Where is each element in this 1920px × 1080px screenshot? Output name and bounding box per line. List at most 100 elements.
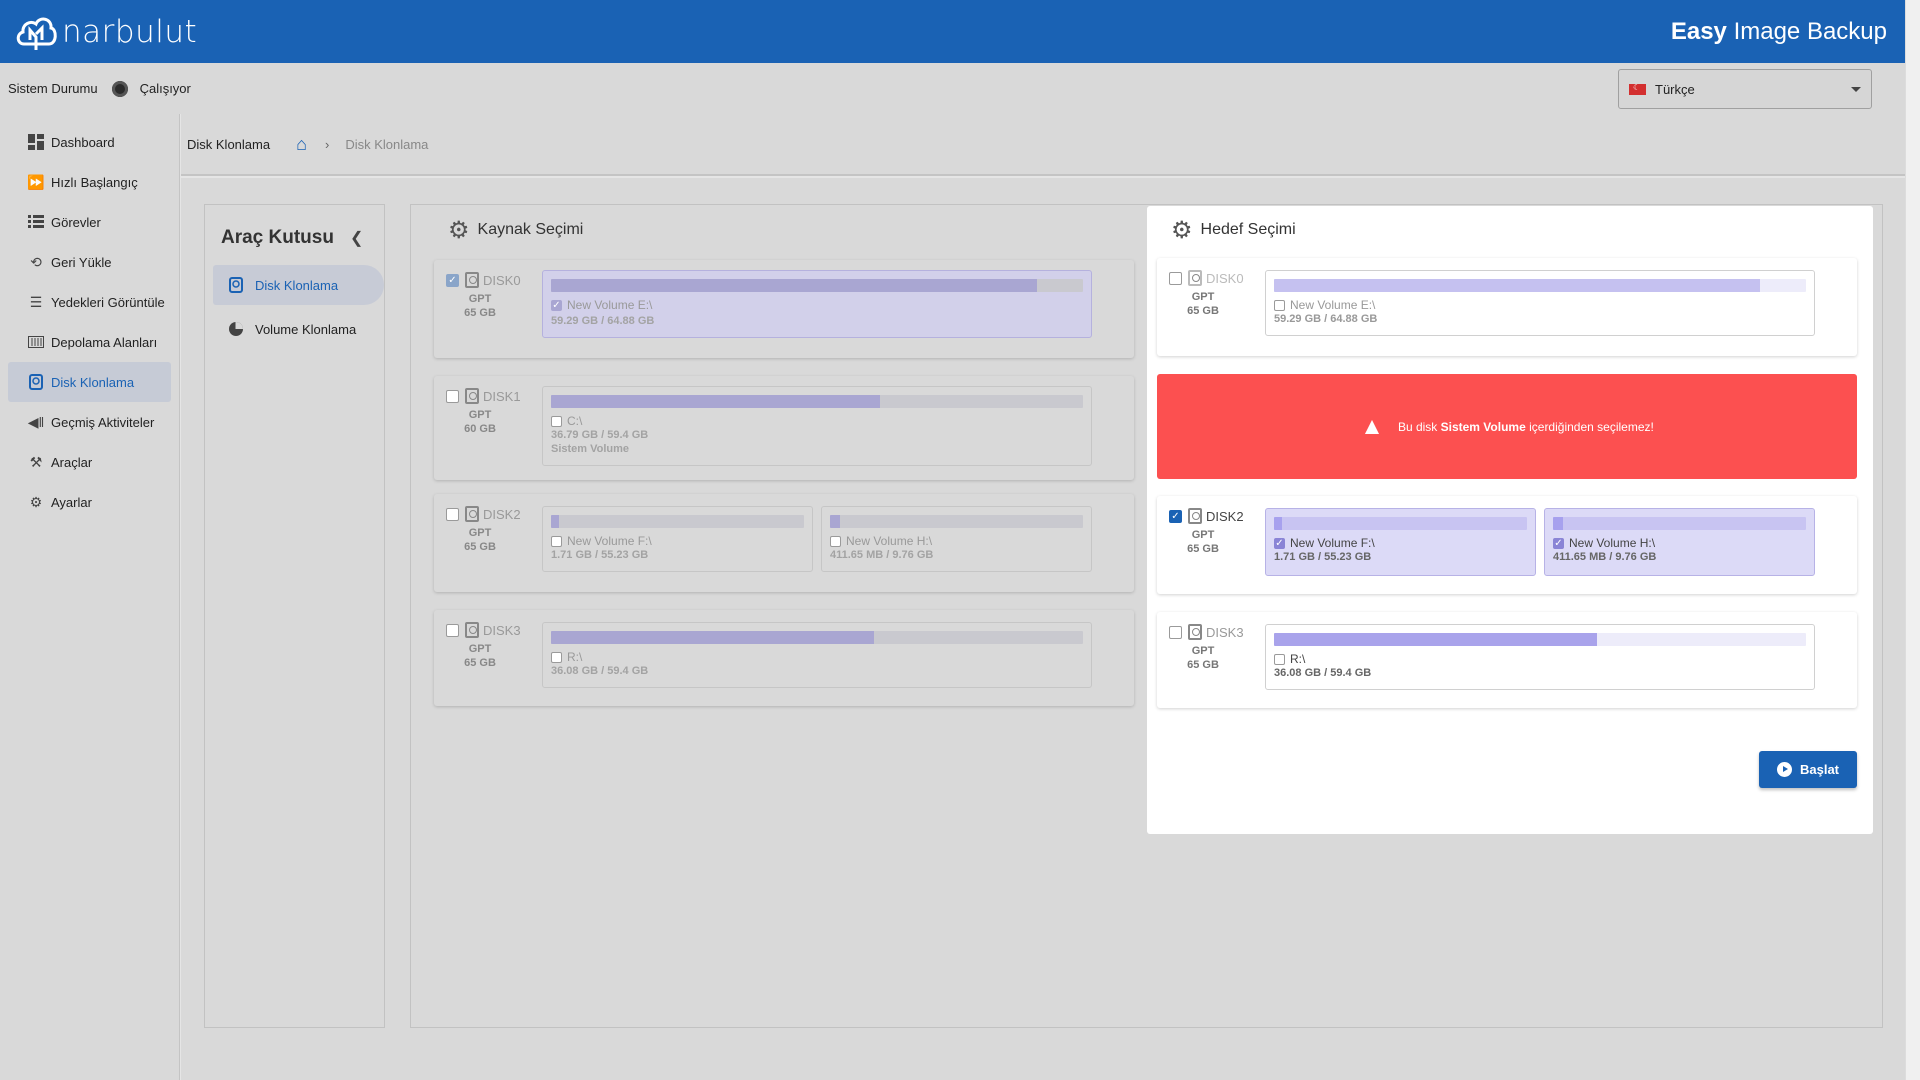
volume-name: New Volume H:\ xyxy=(1569,536,1656,550)
volume-block[interactable]: ✓ New Volume F:\ 1.71 GB / 55.23 GB xyxy=(1265,508,1536,576)
volume-usage-bar xyxy=(551,395,1083,408)
volume-checkbox[interactable]: ✓ xyxy=(551,299,562,311)
breadcrumb-current: Disk Klonlama xyxy=(345,136,429,152)
turkey-flag-icon xyxy=(1629,83,1646,95)
volume-block[interactable]: C:\ 36.79 GB / 59.4 GB Sistem Volume xyxy=(542,386,1092,466)
cloud-logo-icon xyxy=(16,17,57,50)
volume-block[interactable]: R:\ 36.08 GB / 59.4 GB xyxy=(1265,624,1815,690)
sidebar-item-disk-cloning[interactable]: Disk Klonlama xyxy=(8,362,171,402)
hard-disk-icon xyxy=(465,506,479,522)
gear-icon: ⚙ xyxy=(448,216,470,244)
volume-checkbox[interactable] xyxy=(1274,299,1285,311)
system-status-label: Sistem Durumu xyxy=(8,81,98,96)
narbulut-logo[interactable]: narbulut xyxy=(14,10,197,54)
volume-usage: 1.71 GB / 55.23 GB xyxy=(1274,551,1372,563)
sidebar-item-restore[interactable]: ⟲ Geri Yükle xyxy=(8,242,171,282)
sidebar-item-settings[interactable]: ⚙ Ayarlar xyxy=(8,482,171,522)
hard-disk-icon xyxy=(465,272,479,288)
target-disk-card[interactable]: ✓ DISK2 GPT 65 GB ✓ New Volume F:\ 1.71 GB… xyxy=(1157,496,1857,594)
target-disk-card[interactable]: DISK0 GPT 65 GB New Volume E:\ 59.29 GB /… xyxy=(1157,258,1857,356)
chevron-down-icon xyxy=(1851,86,1861,92)
volume-block[interactable]: New Volume F:\ 1.71 GB / 55.23 GB xyxy=(542,506,813,572)
error-alert: ▲ Bu disk Sistem Volume içerdiğinden seç… xyxy=(1157,374,1857,479)
app-header: narbulut Easy Image Backup xyxy=(0,0,1905,63)
gear-icon: ⚙ xyxy=(1171,216,1193,244)
volume-usage: 59.29 GB / 64.88 GB xyxy=(1274,313,1378,325)
disk-checkbox[interactable] xyxy=(1169,625,1182,639)
app-title: Easy Image Backup xyxy=(1670,17,1887,45)
toolbox-item-disk-cloning[interactable]: Disk Klonlama xyxy=(213,265,384,305)
system-status-value: Çalışıyor xyxy=(139,81,191,96)
disk-meta: GPT 65 GB xyxy=(464,293,496,319)
disk-checkbox[interactable] xyxy=(1169,271,1182,285)
volume-usage: 411.65 MB / 9.76 GB xyxy=(830,549,934,561)
sidebar-item-quick-start[interactable]: ⏩ Hızlı Başlangıç xyxy=(8,162,171,202)
storage-icon xyxy=(27,333,45,351)
sidebar-item-label: Dashboard xyxy=(51,134,115,150)
source-disk-card[interactable]: ✓ DISK0 GPT 65 GB ✓ New Volume E:\ 59.29 G… xyxy=(434,260,1134,358)
disk-meta: GPT 65 GB xyxy=(1187,529,1219,555)
source-disk-card[interactable]: DISK2 GPT 65 GB New Volume F:\ 1.71 GB / … xyxy=(434,494,1134,592)
sidebar-item-label: Ayarlar xyxy=(51,494,92,510)
page-scrollbar[interactable] xyxy=(1905,0,1920,1080)
disk-icon xyxy=(227,276,245,294)
volume-usage-bar xyxy=(830,515,1083,528)
volume-name: New Volume E:\ xyxy=(1290,298,1376,312)
volume-checkbox[interactable]: ✓ xyxy=(1274,537,1285,549)
source-selection-panel: ⚙ Kaynak Seçimi ✓ DISK0 GPT 65 GB ✓ New Vo… xyxy=(422,206,1134,706)
sidebar-item-tasks[interactable]: Görevler xyxy=(8,202,171,242)
volume-checkbox[interactable] xyxy=(551,415,562,427)
volume-checkbox[interactable] xyxy=(551,651,562,663)
disk-checkbox[interactable] xyxy=(446,389,459,403)
language-select[interactable]: Türkçe xyxy=(1618,69,1872,109)
volume-checkbox[interactable] xyxy=(1274,653,1285,665)
volume-checkbox[interactable] xyxy=(551,535,562,547)
toolbox-title: Araç Kutusu ❮ xyxy=(221,227,364,248)
disk-meta: GPT 65 GB xyxy=(464,643,496,669)
source-disk-card[interactable]: DISK3 GPT 65 GB R:\ 36.08 GB / 59.4 GB xyxy=(434,610,1134,706)
sidebar-item-storage[interactable]: Depolama Alanları xyxy=(8,322,171,362)
target-disk-card[interactable]: DISK3 GPT 65 GB R:\ 36.08 GB / 59.4 GB xyxy=(1157,612,1857,708)
language-value: Türkçe xyxy=(1655,81,1695,97)
disk-name: DISK2 xyxy=(483,506,521,522)
pie-chart-icon xyxy=(227,320,245,338)
disk-name: DISK2 xyxy=(1206,508,1244,524)
source-panel-title: ⚙ Kaynak Seçimi xyxy=(448,216,584,244)
disk-checkbox[interactable] xyxy=(446,623,459,637)
volume-block[interactable]: ✓ New Volume H:\ 411.65 MB / 9.76 GB xyxy=(1544,508,1815,576)
volume-block[interactable]: New Volume E:\ 59.29 GB / 64.88 GB xyxy=(1265,270,1815,336)
sidebar-item-history[interactable]: ◀‖ Geçmiş Aktiviteler xyxy=(8,402,171,442)
dashboard-icon xyxy=(27,133,45,151)
volume-block[interactable]: New Volume H:\ 411.65 MB / 9.76 GB xyxy=(821,506,1092,572)
volume-checkbox[interactable] xyxy=(830,535,841,547)
disk-checkbox[interactable]: ✓ xyxy=(446,273,459,287)
volume-name: R:\ xyxy=(1290,652,1306,666)
status-bar: Sistem Durumu Çalışıyor Türkçe xyxy=(0,63,1905,114)
sidebar-item-label: Disk Klonlama xyxy=(51,374,135,390)
target-panel-title: ⚙ Hedef Seçimi xyxy=(1171,216,1296,244)
history-icon: ◀‖ xyxy=(27,413,45,430)
volume-usage-bar xyxy=(551,515,804,528)
source-disk-card[interactable]: DISK1 GPT 60 GB C:\ 36.79 GB / 59.4 GB Si… xyxy=(434,376,1134,480)
tools-icon: ⚒ xyxy=(29,453,43,470)
collapse-chevron-icon[interactable]: ❮ xyxy=(350,228,363,248)
sidebar-item-dashboard[interactable]: Dashboard xyxy=(8,122,171,162)
volume-checkbox[interactable]: ✓ xyxy=(1553,537,1564,549)
sidebar-item-view-backups[interactable]: ☰ Yedekleri Görüntüle xyxy=(8,282,171,322)
volume-name: New Volume E:\ xyxy=(567,298,653,312)
volume-usage: 1.71 GB / 55.23 GB xyxy=(551,549,649,561)
disk-checkbox[interactable]: ✓ xyxy=(1169,509,1182,523)
home-icon[interactable]: ⌂ xyxy=(296,134,307,155)
start-button-label: Başlat xyxy=(1799,762,1840,777)
start-button[interactable]: Başlat xyxy=(1759,751,1857,788)
logo-text: narbulut xyxy=(62,13,198,50)
volume-block[interactable]: R:\ 36.08 GB / 59.4 GB xyxy=(542,622,1092,688)
volume-usage-bar xyxy=(1274,279,1806,292)
disk-name: DISK3 xyxy=(483,622,521,638)
disk-checkbox[interactable] xyxy=(446,507,459,521)
volume-usage-bar xyxy=(1553,517,1806,530)
toolbox-item-label: Volume Klonlama xyxy=(255,321,357,337)
toolbox-item-volume-cloning[interactable]: Volume Klonlama xyxy=(213,309,376,349)
sidebar-item-tools[interactable]: ⚒ Araçlar xyxy=(8,442,171,482)
volume-block[interactable]: ✓ New Volume E:\ 59.29 GB / 64.88 GB xyxy=(542,270,1092,338)
